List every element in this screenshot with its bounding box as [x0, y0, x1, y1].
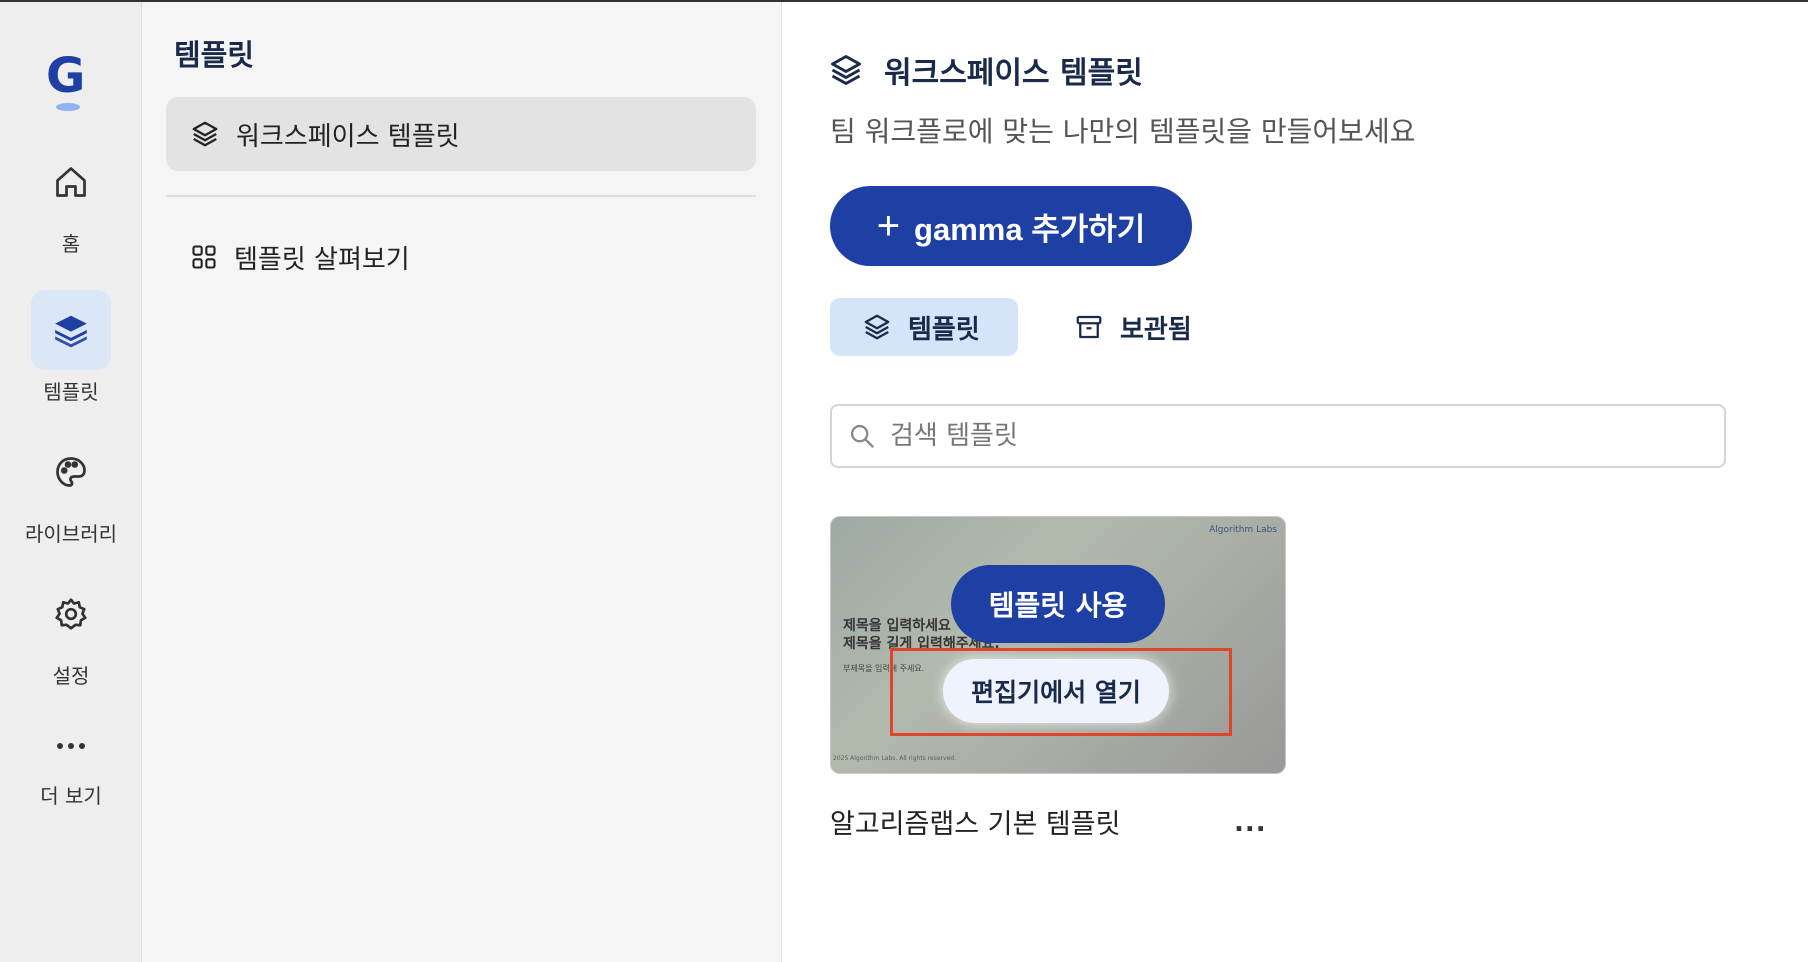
layers-icon — [192, 121, 218, 147]
search-icon — [850, 424, 874, 448]
subnav-title: 템플릿 — [174, 38, 255, 72]
templates-subnav: 템플릿 워크스페이스 템플릿 템플릿 살펴보기 — [142, 2, 782, 962]
rail-item-settings[interactable]: 설정 — [0, 574, 142, 689]
home-icon — [31, 142, 111, 222]
app-window: G 홈 템플릿 라이브러리 설정 더 보기 템플릿 워크스페이스 템플릿 템플릿… — [0, 0, 1808, 962]
layers-icon — [31, 290, 111, 370]
svg-text:G: G — [46, 50, 85, 104]
plus-icon: + — [876, 204, 901, 248]
highlight-box — [890, 648, 1232, 736]
add-gamma-button[interactable]: + gamma 추가하기 — [830, 186, 1192, 266]
tab-label: 보관됨 — [1120, 314, 1192, 345]
card-more-button[interactable]: ... — [1234, 808, 1267, 838]
page-subtitle: 팀 워크플로에 맞는 나만의 템플릿을 만들어보세요 — [830, 115, 1416, 148]
add-gamma-button-label: gamma 추가하기 — [914, 211, 1146, 247]
tab-label: 템플릿 — [908, 314, 980, 345]
page-title: 워크스페이스 템플릿 — [884, 56, 1143, 91]
subnav-item-label: 템플릿 살펴보기 — [234, 244, 410, 275]
archive-icon — [1076, 315, 1102, 339]
subnav-item-workspace-templates[interactable]: 워크스페이스 템플릿 — [166, 97, 756, 171]
layers-icon — [864, 314, 890, 340]
subnav-item-label: 워크스페이스 템플릿 — [236, 121, 460, 152]
main-content: 워크스페이스 템플릿 팀 워크플로에 맞는 나만의 템플릿을 만들어보세요 + … — [782, 2, 1808, 962]
palette-icon — [31, 432, 111, 512]
tab-archived[interactable]: 보관됨 — [1042, 298, 1224, 356]
search-input[interactable] — [890, 421, 1690, 451]
gear-icon — [31, 574, 111, 654]
rail-label-settings: 설정 — [52, 664, 90, 688]
rail-item-home[interactable]: 홈 — [0, 142, 142, 257]
rail-item-more[interactable]: 더 보기 — [0, 718, 142, 809]
template-card-name: 알고리즘랩스 기본 템플릿 — [830, 809, 1121, 840]
search-box[interactable] — [830, 404, 1726, 468]
subnav-divider — [166, 195, 756, 197]
page-header: 워크스페이스 템플릿 — [828, 48, 1143, 92]
tab-templates[interactable]: 템플릿 — [830, 298, 1018, 356]
rail-label-templates: 템플릿 — [43, 380, 99, 404]
more-icon — [31, 718, 111, 774]
rail-item-templates[interactable]: 템플릿 — [0, 290, 142, 405]
grid-icon — [192, 245, 216, 269]
subnav-item-browse-templates[interactable]: 템플릿 살펴보기 — [166, 220, 756, 294]
gamma-logo[interactable]: G — [44, 48, 94, 114]
layers-icon — [831, 55, 861, 85]
rail-label-library: 라이브러리 — [25, 522, 117, 546]
icon-rail: G 홈 템플릿 라이브러리 설정 더 보기 — [0, 2, 142, 962]
rail-label-home: 홈 — [61, 232, 81, 256]
rail-label-more: 더 보기 — [40, 784, 102, 808]
use-template-button[interactable]: 템플릿 사용 — [951, 565, 1165, 643]
rail-item-library[interactable]: 라이브러리 — [0, 432, 142, 547]
